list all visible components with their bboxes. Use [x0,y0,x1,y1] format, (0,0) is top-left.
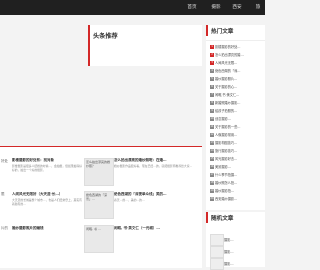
hot-rank-14: 14 [210,149,214,153]
row3-thumb-alt: 闲暇, 书 … [86,227,101,231]
hot-accent-bar [206,25,208,36]
row1-thumb-alt: 怎么拍出漂亮的婚纱照？ [86,160,111,168]
row3-title2[interactable]: 闲暇, 书·美文仁（一元城）… [114,226,199,231]
nav-travel[interactable]: 旅 [251,0,265,15]
hot-text-4: 绝色西湖的「深… [215,69,241,73]
random-item-1[interactable]: 摄影… [224,237,234,242]
hot-text-9: 给孩子拍照的… [215,109,238,113]
row3-left-label: 片的 [1,226,8,230]
row3-title[interactable]: 婚纱摄影照片的赚钱 [12,226,82,231]
nav-home[interactable]: 首页 [182,0,202,15]
hot-rank-9: 9 [210,109,214,113]
row1-title2[interactable]: 怎么拍出漂亮的婚纱照呢：在婚… [114,158,199,163]
row2-left-label: 限 [1,192,5,196]
row1-title[interactable]: 影楼摄影的好处有：找对象 [12,158,82,163]
random-thumb-3[interactable] [210,258,224,270]
headline-accent-bar [88,25,90,66]
hot-text-14: 旅行摄影技巧… [215,149,238,153]
hot-text-7: 闲暇,书·美文仁… [215,93,240,97]
hot-text-2: 怎么拍出漂亮的婚… [215,53,244,57]
random-articles-card: 随机文章 摄影… 摄影… 摄影… [206,212,265,270]
hot-text-6: 关于摄影的心… [215,85,238,89]
hot-rank-17: 17 [210,173,214,177]
hot-text-20: 西安婚纱摄影… [215,197,238,201]
hot-rank-3: 3 [210,61,214,65]
hot-text-19: 婚纱摄影拍… [215,189,235,193]
hot-rank-8: 8 [210,101,214,105]
row1-left-label: 好处 [1,159,8,163]
hot-rank-2: 2 [210,53,214,57]
random-accent-bar [206,212,208,223]
row1-desc2: 婚纱摄影作品很好看，现在已经…的，就把摄影师推荐给大家… [114,164,193,168]
hot-rank-12: 12 [210,133,214,137]
hot-text-17: 什么季节拍摄… [215,173,238,177]
hot-rank-10: 10 [210,117,214,121]
hot-text-1: 影楼摄影的好处… [215,45,241,49]
hot-rank-4: 4 [210,69,214,73]
row2-desc: 大天涯的长城是整个城市…，也是人们经常登上，其实有着独有的… [12,198,82,207]
hot-articles-card: 热门文章 1 影楼摄影的好处… 2 怎么拍出漂亮的婚… 3 人间风光无限… 4 绝色西湖… [206,25,265,210]
hot-rank-19: 19 [210,189,214,193]
hot-rank-7: 7 [210,93,214,97]
hot-text-12: 人像摄影常用… [215,133,238,137]
divider [206,40,265,41]
hot-text-15: 风光摄影好去… [215,157,238,161]
hot-text-10: 创意摄影… [215,117,231,121]
row2-desc2: 春天…的…，美的…的… [114,198,145,202]
hot-text-18: 婚纱照怎么拍… [215,181,238,185]
hot-rank-18: 18 [210,181,214,185]
row2-title2[interactable]: 绝色西湖的「深夜单众线」美的… [114,192,199,197]
hot-text-16: 美景摄影… [215,165,231,169]
nav-photography[interactable]: 摄影 [206,0,226,15]
hot-rank-5: 5 [210,77,214,81]
headline-title: 头条推荐 [93,33,118,40]
hot-rank-13: 13 [210,141,214,145]
article-list-card: 好处 影楼摄影的好处有：找对象 影楼摄影是很多人结婚的时候…，会拍摄，但如果拍得… [0,146,202,268]
hot-rank-16: 16 [210,165,214,169]
hot-item-20[interactable]: 20西安婚纱摄影… [210,196,265,206]
hot-text-3: 人间风光无限… [215,61,238,65]
hot-title: 热门文章 [211,29,234,35]
hot-text-11: 关于摄影的一些… [215,125,241,129]
row2-title[interactable]: 人间风光无限好（大天涯·长…） [12,192,82,197]
row2-thumb-alt: 绝色西湖的「深景」… [86,193,108,201]
random-item-3[interactable]: 摄影… [224,261,234,266]
hot-rank-15: 15 [210,157,214,161]
hot-rank-11: 11 [210,125,214,129]
hot-text-13: 摄影构图技巧… [215,141,238,145]
random-thumb-1[interactable] [210,234,224,246]
random-thumb-2[interactable] [210,246,224,258]
hot-rank-6: 6 [210,85,214,89]
random-title: 随机文章 [211,216,234,222]
hot-text-5: 婚纱摄影照片… [215,77,238,81]
hot-text-8: 新婚照婚纱摄影… [215,101,241,105]
hot-rank-20: 20 [210,197,214,201]
headline-card: 头条推荐 [88,25,202,66]
hot-rank-1: 1 [210,45,214,49]
row1-desc: 影楼摄影是很多人结婚的时候…，会拍摄，但如果拍得好好的，拍出一个好的摄影。 [12,164,82,173]
random-item-2[interactable]: 摄影… [224,249,234,254]
nav-xian[interactable]: 西安 [228,0,246,15]
